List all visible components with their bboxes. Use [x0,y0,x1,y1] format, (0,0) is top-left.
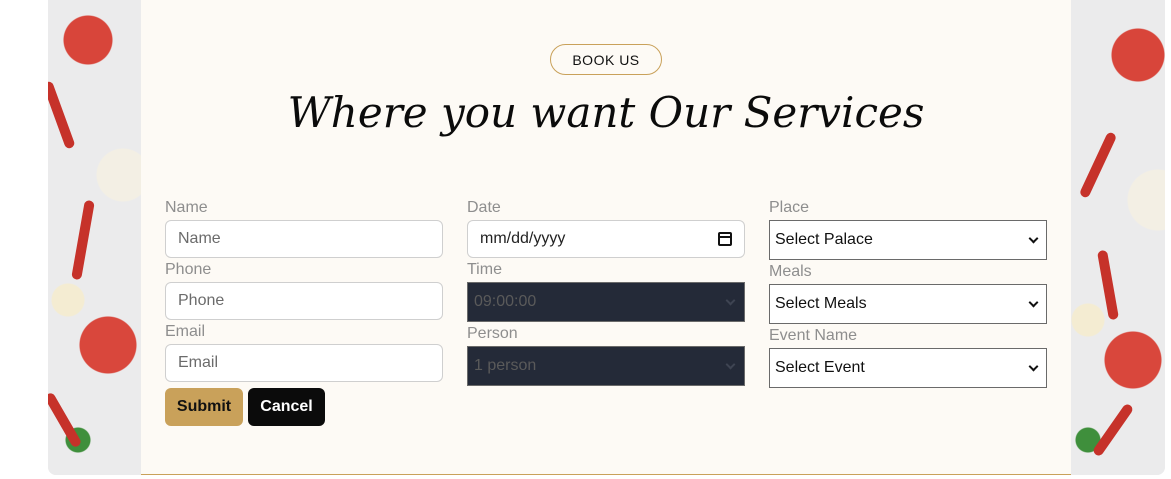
phone-input[interactable] [165,282,443,320]
time-value: 09:00:00 [474,293,537,310]
event-name-label: Event Name [769,327,858,344]
section-title: Where you want Our Services [287,88,925,137]
person-select[interactable]: 1 person [467,346,745,386]
name-label: Name [165,199,208,216]
submit-button[interactable]: Submit [165,388,243,426]
meals-value: Select Meals [775,295,867,312]
date-input[interactable]: mm/dd/yyyy [467,220,745,258]
cancel-button[interactable]: Cancel [248,388,325,426]
chevron-down-icon [1028,233,1039,243]
date-value: mm/dd/yyyy [480,230,566,247]
name-input[interactable] [165,220,443,258]
event-select[interactable]: Select Event [769,348,1047,388]
meals-label: Meals [769,263,812,280]
time-select[interactable]: 09:00:00 [467,282,745,322]
event-value: Select Event [775,359,865,376]
meals-select[interactable]: Select Meals [769,284,1047,324]
person-value: 1 person [474,357,537,374]
place-select[interactable]: Select Palace [769,220,1047,260]
book-us-badge: BOOK US [550,44,662,75]
place-value: Select Palace [775,231,873,248]
calendar-icon[interactable] [718,232,732,246]
email-input[interactable] [165,344,443,382]
person-label: Person [467,325,518,342]
chevron-down-icon [1028,361,1039,371]
phone-label: Phone [165,261,212,278]
email-label: Email [165,323,206,340]
date-label: Date [467,199,501,216]
chevron-down-icon [725,295,736,305]
time-label: Time [467,261,502,278]
chevron-down-icon [725,359,736,369]
place-label: Place [769,199,810,216]
chevron-down-icon [1028,297,1039,307]
